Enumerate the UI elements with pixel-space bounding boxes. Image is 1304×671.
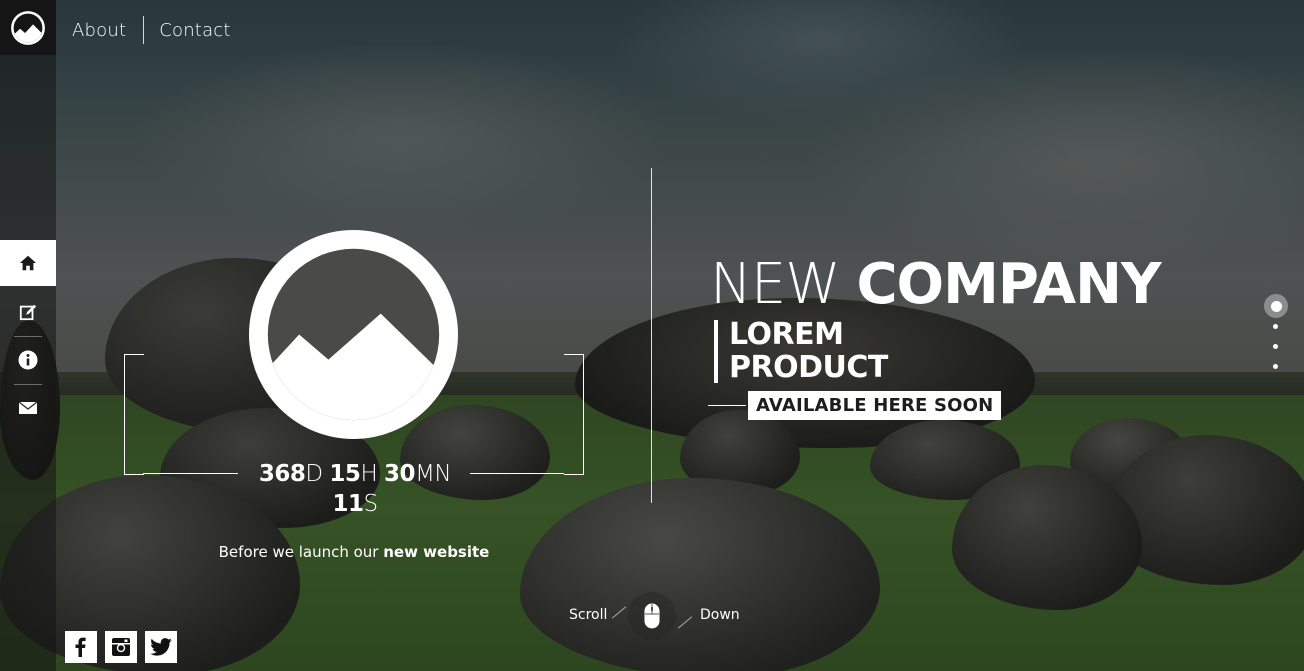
scroll-down-button[interactable] [628, 592, 676, 640]
mouse-icon [644, 603, 660, 629]
mountain-logo-icon [11, 10, 45, 45]
instagram-icon [112, 638, 130, 656]
countdown-days: 368 [258, 461, 306, 487]
sidebar-item-home[interactable] [0, 240, 56, 286]
countdown-hours: 15 [329, 461, 361, 487]
instagram-button[interactable] [105, 631, 137, 663]
frame-bracket-left [124, 354, 144, 475]
available-line [708, 405, 746, 406]
product-line-2: PRODUCT [729, 350, 888, 385]
product-name: LOREM PRODUCT [729, 318, 888, 384]
logo[interactable] [0, 0, 56, 55]
center-divider [651, 168, 652, 503]
nav-link-contact[interactable]: Contact [159, 20, 230, 41]
countdown-days-unit: D [305, 461, 323, 487]
available-badge: AVAILABLE HERE SOON [748, 391, 1002, 420]
frame-line [143, 473, 238, 474]
frame-bracket-right [564, 354, 584, 475]
countdown-seconds: 11 [332, 491, 364, 517]
facebook-icon [75, 637, 86, 657]
scroll-down-label: Down [700, 607, 740, 623]
product-accent-bar [714, 320, 718, 383]
countdown-minutes: 30 [384, 461, 416, 487]
launch-text: Before we launch our [218, 543, 384, 561]
countdown-timer: 368D 15H 30MN 11S [240, 459, 470, 519]
scroll-label: Scroll [569, 607, 608, 623]
section-dot-4[interactable] [1273, 364, 1278, 369]
edit-icon [19, 304, 37, 321]
headline: NEW COMPANY [710, 252, 1162, 317]
countdown-hours-unit: H [360, 461, 378, 487]
launch-emphasis: new website [383, 543, 490, 561]
product-line-1: LOREM [729, 317, 844, 352]
countdown-seconds-unit: S [363, 491, 378, 517]
section-dot-1[interactable] [1264, 294, 1288, 318]
frame-line [470, 473, 564, 474]
launch-tagline: Before we launch our new website [180, 543, 528, 561]
section-dot-3[interactable] [1273, 344, 1278, 349]
info-icon [18, 350, 38, 370]
headline-light: NEW [710, 252, 857, 317]
sidebar-item-edit[interactable] [0, 289, 56, 335]
sidebar [0, 0, 56, 671]
home-icon [19, 255, 37, 271]
mail-icon [19, 402, 37, 414]
twitter-icon [150, 638, 172, 656]
countdown-minutes-unit: MN [415, 461, 452, 487]
sidebar-item-info[interactable] [0, 337, 56, 383]
section-dot-2[interactable] [1273, 324, 1278, 329]
nav-link-about[interactable]: About [72, 20, 126, 41]
facebook-button[interactable] [65, 631, 97, 663]
sidebar-item-mail[interactable] [0, 385, 56, 431]
nav-separator [143, 16, 145, 44]
section-dot-fill [1270, 300, 1282, 312]
dark-overlay [0, 0, 1304, 671]
mountain-logo-icon [249, 230, 458, 439]
top-nav: About Contact [72, 16, 231, 44]
headline-bold: COMPANY [856, 252, 1161, 317]
background-photo [0, 0, 1304, 671]
twitter-button[interactable] [145, 631, 177, 663]
